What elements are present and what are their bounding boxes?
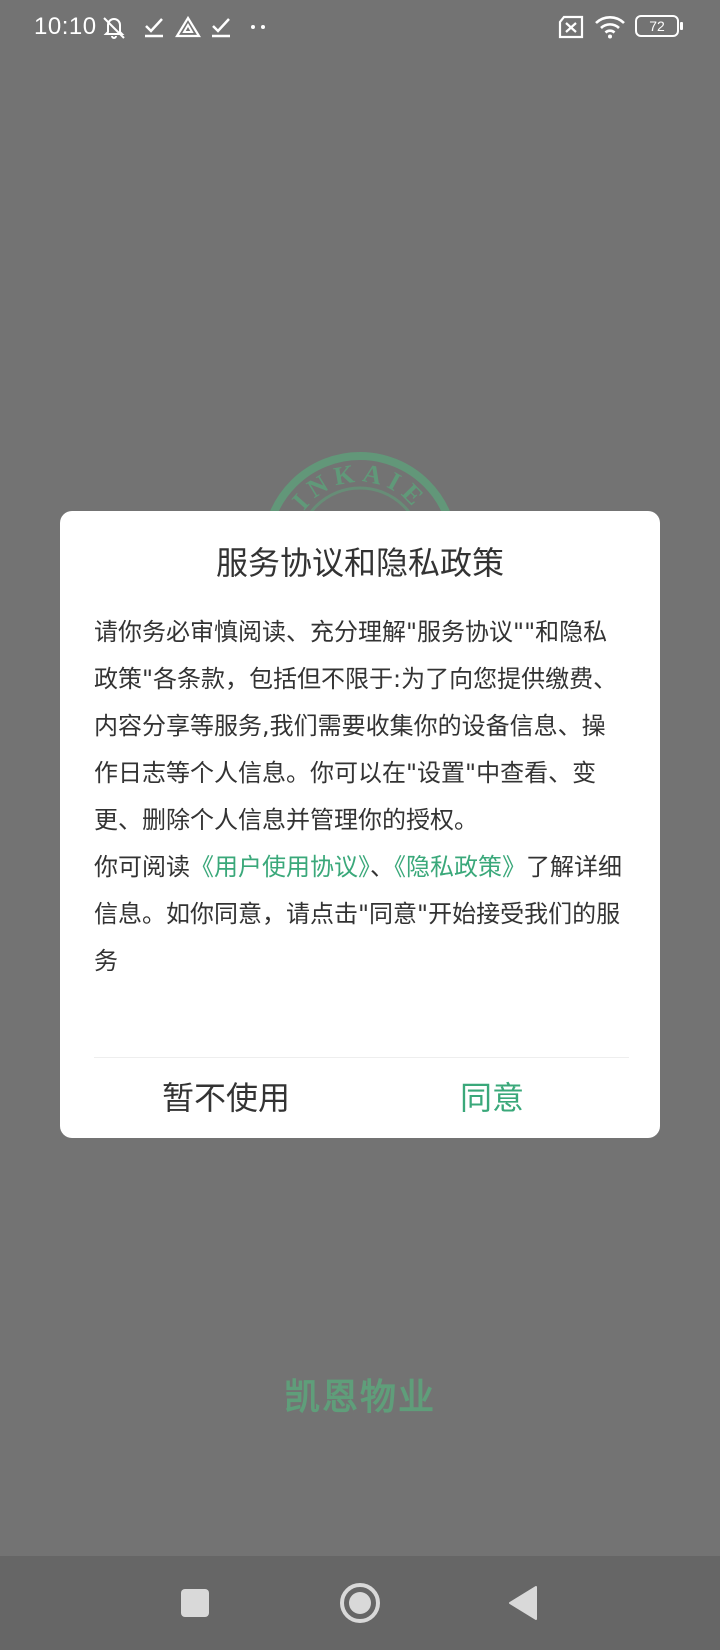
status-bar: 10:10 72 xyxy=(0,0,720,54)
home-button[interactable] xyxy=(337,1580,383,1626)
dialog-paragraph-2: 你可阅读《用户使用协议》、《隐私政策》了解详细信息。如你同意，请点击"同意"开始… xyxy=(94,844,629,985)
agree-button[interactable]: 同意 xyxy=(362,1058,622,1138)
brand-name: 凯恩物业 xyxy=(283,1377,436,1418)
user-agreement-link[interactable]: 《用户使用协议》 xyxy=(190,853,370,881)
status-time: 10:10 xyxy=(34,13,97,40)
wifi-icon xyxy=(594,14,626,40)
battery-icon: 72 xyxy=(635,15,683,37)
home-circle-icon xyxy=(340,1583,380,1623)
privacy-policy-link[interactable]: 《隐私政策》 xyxy=(394,853,526,881)
check-icon xyxy=(207,14,235,40)
mute-icon xyxy=(100,14,128,40)
dialog-paragraph-1: 请你务必审慎阅读、充分理解"服务协议""和隐私政策"各条款，包括但不限于:为了向… xyxy=(94,618,618,834)
paragraph-2-prefix: 你可阅读 xyxy=(94,853,190,881)
recents-button[interactable] xyxy=(172,1580,218,1626)
check-icon xyxy=(140,14,168,40)
link-separator: 、 xyxy=(370,853,394,881)
navigation-bar xyxy=(0,1556,720,1650)
drive-icon xyxy=(174,14,202,40)
dialog-title: 服务协议和隐私政策 xyxy=(215,544,504,582)
back-triangle-icon xyxy=(509,1586,537,1620)
more-dots-icon xyxy=(245,14,273,40)
privacy-dialog: 服务协议和隐私政策 请你务必审慎阅读、充分理解"服务协议""和隐私政策"各条款，… xyxy=(60,511,660,1138)
dialog-body: 请你务必审慎阅读、充分理解"服务协议""和隐私政策"各条款，包括但不限于:为了向… xyxy=(94,609,629,985)
back-button[interactable] xyxy=(502,1580,548,1626)
no-sim-icon xyxy=(556,14,586,40)
decline-button[interactable]: 暂不使用 xyxy=(96,1058,356,1138)
square-icon xyxy=(181,1589,209,1617)
